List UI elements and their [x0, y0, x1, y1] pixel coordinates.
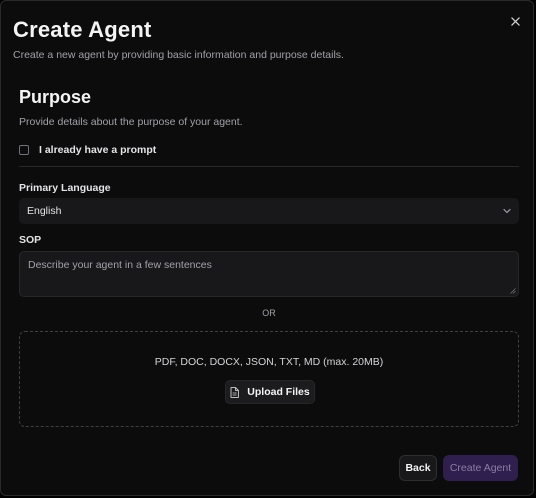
- back-button[interactable]: Back: [399, 455, 437, 481]
- sop-placeholder: Describe your agent in a few sentences: [28, 259, 212, 271]
- primary-language-select[interactable]: English: [19, 198, 519, 224]
- resize-grip-icon[interactable]: [510, 288, 516, 294]
- divider: [19, 166, 519, 167]
- file-icon: [230, 386, 240, 398]
- create-agent-dialog: Create Agent Create a new agent by provi…: [0, 0, 534, 496]
- sop-textarea[interactable]: Describe your agent in a few sentences: [19, 251, 519, 297]
- supported-formats-text: PDF, DOC, DOCX, JSON, TXT, MD (max. 20MB…: [154, 356, 384, 368]
- close-icon: [510, 16, 520, 26]
- dialog-subtitle: Create a new agent by providing basic in…: [13, 49, 344, 61]
- chevron-down-icon: [503, 208, 511, 214]
- primary-language-label: Primary Language: [19, 182, 111, 194]
- create-agent-button[interactable]: Create Agent: [443, 455, 518, 481]
- upload-files-label: Upload Files: [247, 386, 310, 398]
- section-title: Purpose: [19, 87, 92, 107]
- prompt-checkbox[interactable]: [19, 145, 29, 155]
- prompt-checkbox-row[interactable]: I already have a prompt: [19, 144, 156, 156]
- primary-language-value: English: [27, 205, 62, 217]
- close-button[interactable]: [507, 13, 523, 29]
- prompt-checkbox-label: I already have a prompt: [39, 144, 157, 156]
- dialog-title: Create Agent: [13, 17, 152, 42]
- upload-files-button[interactable]: Upload Files: [225, 380, 315, 404]
- sop-label: SOP: [19, 234, 42, 246]
- file-dropzone[interactable]: PDF, DOC, DOCX, JSON, TXT, MD (max. 20MB…: [19, 331, 519, 427]
- section-description: Provide details about the purpose of you…: [19, 116, 243, 128]
- or-separator: OR: [262, 308, 276, 318]
